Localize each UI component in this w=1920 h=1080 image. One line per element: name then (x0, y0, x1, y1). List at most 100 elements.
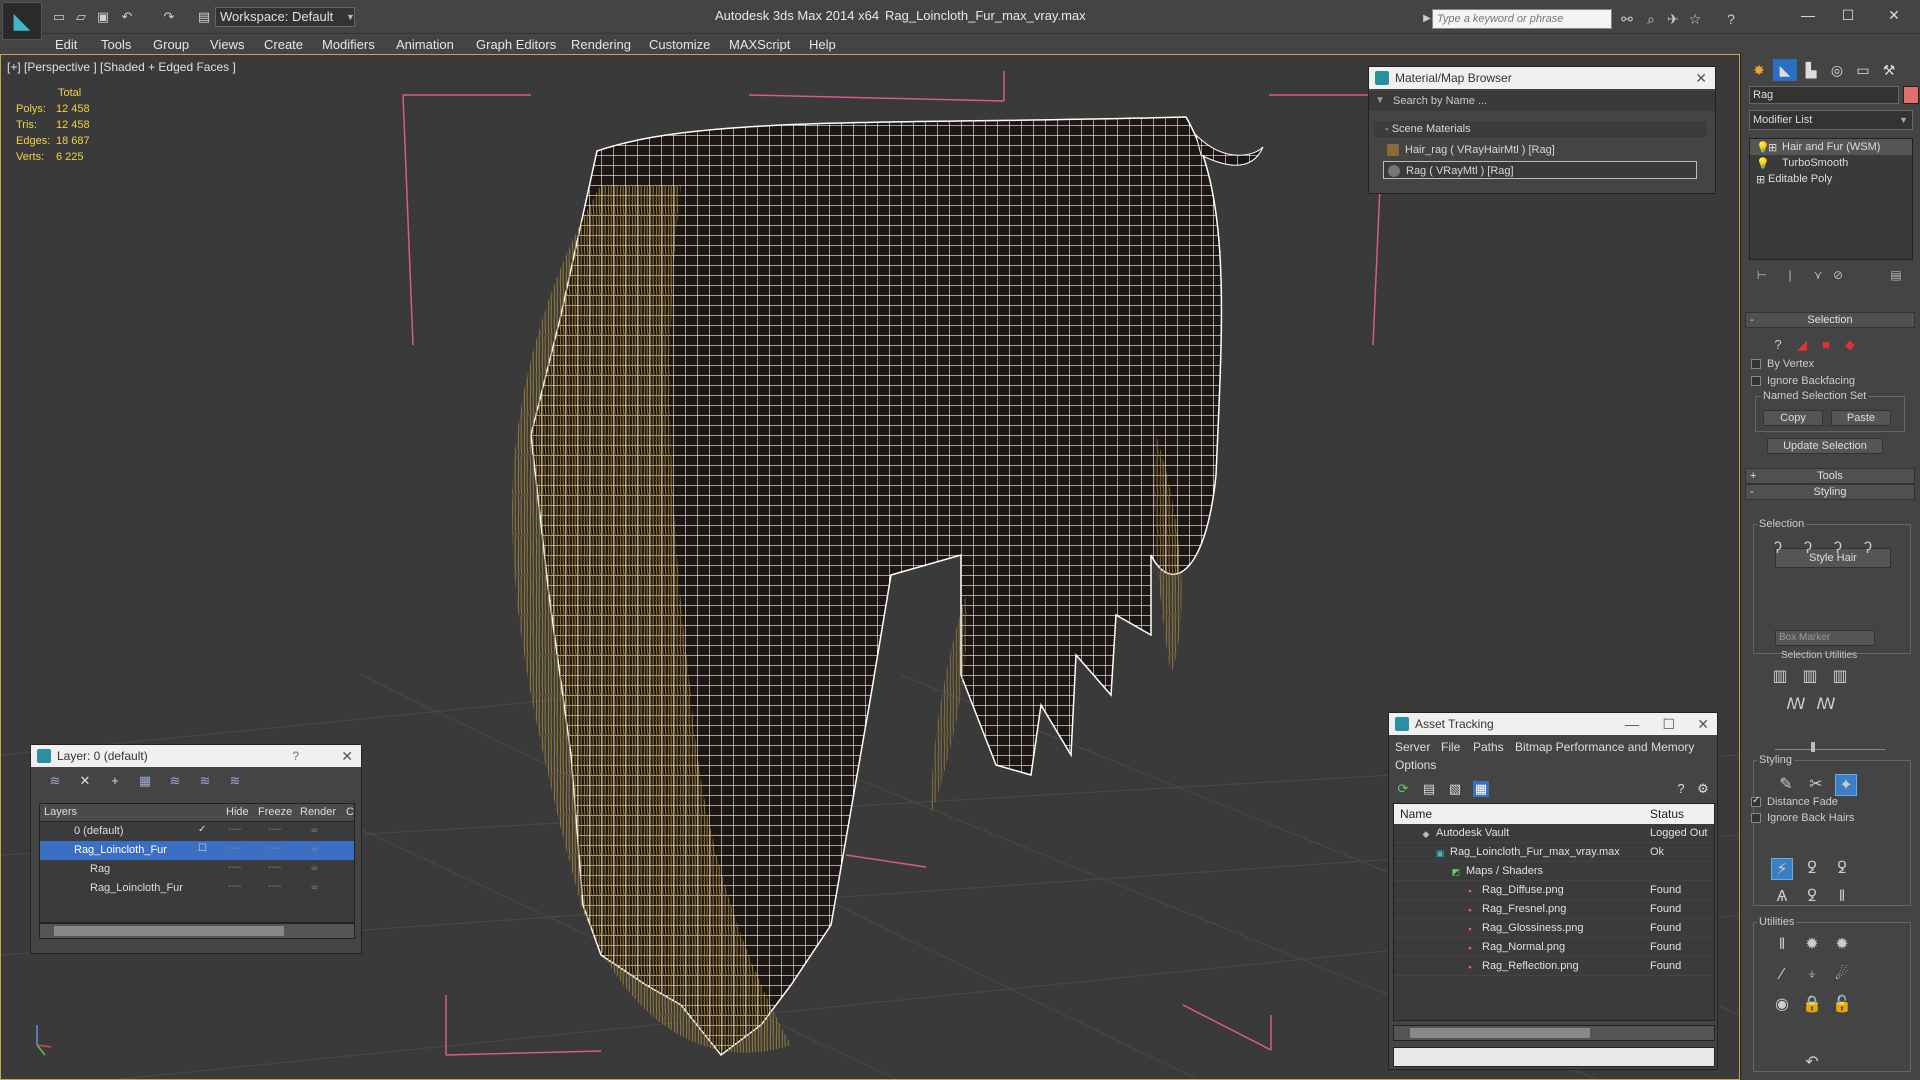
translate-tool-icon[interactable]: ⚡ (1771, 858, 1793, 880)
select-objects-icon[interactable]: ▦ (137, 773, 153, 789)
menu-customize[interactable]: Customize (649, 37, 710, 52)
hair-brush-icon[interactable]: ✎ (1775, 774, 1797, 796)
menu-modifiers[interactable]: Modifiers (322, 37, 375, 52)
object-name-field[interactable]: Rag (1749, 86, 1899, 104)
menu-rendering[interactable]: Rendering (571, 37, 631, 52)
tools-rollout[interactable]: + Tools (1745, 468, 1915, 484)
stack-item-turbosmooth[interactable]: 💡 TurboSmooth (1750, 155, 1912, 171)
menu-maxscript[interactable]: MAXScript (729, 37, 790, 52)
face-sub-object-icon[interactable]: ◢ (1791, 334, 1813, 356)
menu-bitmap-performance[interactable]: Bitmap Performance and Memory (1515, 740, 1694, 754)
hide-toggle[interactable]: ---- (228, 843, 241, 854)
asset-horizontal-scrollbar[interactable] (1393, 1025, 1715, 1041)
layer-row-rag-loincloth-fur[interactable]: Rag_Loincloth_Fur ☐ ---- ---- ☕ (40, 841, 354, 860)
select-guide-vertices-icon[interactable]: ʔ (1827, 538, 1849, 560)
render-teapot-icon[interactable]: ☕ (310, 862, 319, 873)
chevron-down-icon[interactable]: ▼ (1899, 111, 1908, 129)
active-layer-check-icon[interactable]: ✓ (198, 824, 206, 835)
project-folder-icon[interactable]: ▤ (195, 8, 213, 26)
recomb-icon[interactable]: ⁄ (1771, 964, 1793, 986)
reset-rest-icon[interactable]: ⍖ (1801, 964, 1823, 986)
asset-row-normal[interactable]: ▪ Rag_Normal.png Found (1394, 938, 1714, 957)
update-selection-button[interactable]: Update Selection (1767, 438, 1883, 454)
column-c[interactable]: C (346, 806, 354, 818)
asset-row-max-file[interactable]: ▣ Rag_Loincloth_Fur_max_vray.max Ok (1394, 843, 1714, 862)
show-hidden-icon[interactable]: ꟿ (1815, 694, 1837, 716)
pop-selected-icon[interactable]: ✹ (1801, 934, 1823, 956)
unlock-icon[interactable]: 🔓 (1831, 994, 1853, 1016)
asset-path-field[interactable] (1393, 1047, 1715, 1067)
binoculars-icon[interactable]: ⚯ (1618, 10, 1636, 28)
asset-tracking-titlebar[interactable]: Asset Tracking — ☐ ✕ (1389, 713, 1717, 735)
app-menu-button[interactable]: ◣ (2, 2, 42, 40)
undo-icon[interactable]: ↶ (118, 8, 136, 26)
by-vertex-checkbox[interactable]: By Vertex (1751, 358, 1814, 370)
hide-toggle[interactable]: ---- (228, 824, 241, 835)
help-icon[interactable]: ? (1722, 10, 1740, 28)
select-whole-guide-icon[interactable]: ʔ (1797, 538, 1819, 560)
paste-button[interactable]: Paste (1831, 410, 1891, 426)
highlight-layer-icon[interactable]: ≋ (167, 773, 183, 789)
checkbox-box[interactable] (1751, 813, 1761, 823)
rotate-tool-icon[interactable]: ꝿ (1801, 886, 1823, 908)
viewport-label[interactable]: [+] [Perspective ] [Shaded + Edged Faces… (7, 60, 236, 74)
search-icon[interactable]: ⌕ (1642, 10, 1660, 28)
display-tab-icon[interactable]: ▭ (1851, 59, 1875, 81)
asset-row-vault[interactable]: ◆ Autodesk Vault Logged Out (1394, 824, 1714, 843)
menu-file[interactable]: File (1441, 740, 1460, 754)
create-tab-icon[interactable]: ✸ (1747, 59, 1771, 81)
column-freeze[interactable]: Freeze (258, 806, 292, 818)
close-icon[interactable]: ✕ (341, 745, 353, 767)
new-file-icon[interactable]: ▭ (50, 8, 68, 26)
scale-tool-icon[interactable]: ‖ (1831, 886, 1853, 908)
add-to-layer-icon[interactable]: + (107, 773, 123, 789)
hide-all-icon[interactable]: ≋ (197, 773, 213, 789)
stack-item-editable-poly[interactable]: ⊞ Editable Poly (1750, 171, 1912, 187)
minimize-icon[interactable]: — (1790, 4, 1826, 26)
help-button[interactable]: ? (292, 745, 299, 767)
distance-fade-checkbox[interactable]: Distance Fade (1751, 795, 1838, 808)
layer-row-default[interactable]: 0 (default) ✓ ---- ---- ☕ (40, 822, 354, 841)
hide-toggle[interactable]: ---- (228, 881, 241, 892)
checkbox-box[interactable] (1751, 359, 1761, 369)
workspace-dropdown[interactable]: Workspace: Default (215, 7, 355, 27)
hide-selected-icon[interactable]: ꟿ (1785, 694, 1807, 716)
brush-size-slider[interactable] (1775, 742, 1885, 752)
expand-selection-icon[interactable]: ▥ (1829, 666, 1851, 688)
menu-paths[interactable]: Paths (1473, 740, 1504, 754)
menu-tools[interactable]: Tools (101, 37, 131, 52)
guides-sub-object-icon[interactable]: ? (1767, 334, 1789, 356)
column-layers[interactable]: Layers (44, 806, 77, 818)
freeze-all-icon[interactable]: ≋ (227, 773, 243, 789)
layer-row-rag-loincloth-fur-object[interactable]: Rag_Loincloth_Fur ---- ---- ☕ (40, 879, 354, 898)
asset-row-reflection[interactable]: ▪ Rag_Reflection.png Found (1394, 957, 1714, 976)
motion-tab-icon[interactable]: ◎ (1825, 59, 1849, 81)
column-render[interactable]: Render (300, 806, 336, 818)
lock-icon[interactable]: 🔒 (1801, 994, 1823, 1016)
select-hair-by-end-icon[interactable]: ʔ (1767, 538, 1789, 560)
column-name[interactable]: Name (1400, 807, 1432, 821)
layer-manager-titlebar[interactable]: Layer: 0 (default) ? ✕ (31, 745, 361, 767)
column-status[interactable]: Status (1650, 807, 1684, 821)
maximize-icon[interactable]: ☐ (1830, 4, 1866, 26)
render-teapot-icon[interactable]: ☕ (310, 881, 319, 892)
element-sub-object-icon[interactable]: ◆ (1839, 334, 1861, 356)
ignore-back-hairs-checkbox[interactable]: Ignore Back Hairs (1751, 812, 1854, 824)
communication-center-icon[interactable]: ✈ (1664, 10, 1682, 28)
make-unique-icon[interactable]: ⋎ (1811, 268, 1825, 282)
hair-cut-icon[interactable]: ✂ (1805, 774, 1827, 796)
thumbnail-view-icon[interactable]: ▧ (1447, 781, 1463, 797)
freeze-toggle[interactable]: ---- (268, 824, 281, 835)
invert-selection-icon[interactable]: ▥ (1769, 666, 1791, 688)
modifier-list-dropdown[interactable]: Modifier List ▼ (1749, 110, 1913, 130)
search-input[interactable]: Type a keyword or phrase (1432, 9, 1612, 29)
checkbox-box[interactable] (1751, 795, 1761, 807)
copy-button[interactable]: Copy (1763, 410, 1823, 426)
minimize-icon[interactable]: — (1625, 713, 1639, 735)
pop-zero-icon[interactable]: ✹ (1831, 934, 1853, 956)
menu-animation[interactable]: Animation (396, 37, 454, 52)
menu-help[interactable]: Help (809, 37, 836, 52)
utilities-tab-icon[interactable]: ⚒ (1877, 59, 1901, 81)
menu-edit[interactable]: Edit (55, 37, 77, 52)
freeze-toggle[interactable]: ---- (268, 881, 281, 892)
